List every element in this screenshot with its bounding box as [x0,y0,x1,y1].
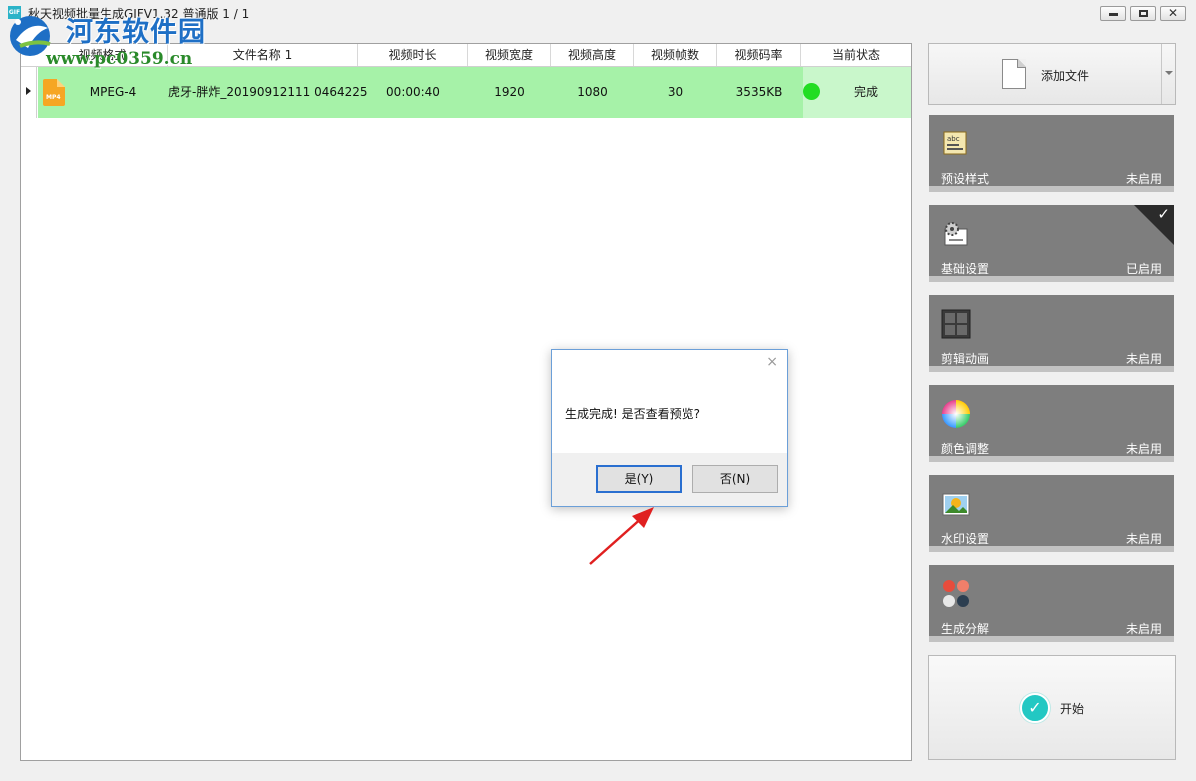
feature-label: 剪辑动画 [941,352,990,366]
preset-style-icon: abc [943,131,967,155]
column-header-frames[interactable]: 视频帧数 [634,44,717,66]
dialog-message: 生成完成! 是否查看预览? [565,407,700,421]
cell-frames: 30 [667,85,684,99]
start-button[interactable]: ✓ 开始 [928,655,1176,760]
feature-watermark-settings[interactable]: 水印设置 未启用 [929,475,1174,552]
clip-animation-icon [941,309,971,339]
column-header-status[interactable]: 当前状态 [801,44,911,66]
completion-dialog: × 生成完成! 是否查看预览? 是(Y) 否(N) [551,349,788,507]
color-adjust-icon [942,400,970,428]
watermark-url: www.pc0359.cn [46,49,193,69]
svg-text:abc: abc [947,135,960,143]
feature-label: 颜色调整 [941,442,990,456]
feature-state: 未启用 [1125,442,1162,456]
minimize-button[interactable] [1100,6,1126,21]
feature-preset-style[interactable]: abc 预设样式 未启用 [929,115,1174,192]
row-pointer-icon [26,87,31,95]
maximize-button[interactable] [1130,6,1156,21]
add-file-label: 添加文件 [1041,69,1090,83]
annotation-arrow-icon [589,507,654,565]
feature-label: 预设样式 [941,172,990,186]
generate-decompose-icon [943,580,969,607]
no-button[interactable]: 否(N) [692,465,778,493]
feature-state: 未启用 [1125,172,1162,186]
feature-basic-settings[interactable]: ✓ 基础设置 已启用 [929,205,1174,282]
feature-generate-decompose[interactable]: 生成分解 未启用 [929,565,1174,642]
watermark-name: 河东软件园 [66,17,206,48]
dialog-footer: 是(Y) 否(N) [552,453,787,506]
feature-label: 水印设置 [941,532,990,546]
feature-state: 未启用 [1125,532,1162,546]
column-header-bitrate[interactable]: 视频码率 [717,44,801,66]
feature-label: 生成分解 [941,622,990,636]
cell-filename: 虎牙-胖炸_20190912111 0464225 [168,85,368,99]
start-label: 开始 [1060,702,1085,716]
check-icon: ✓ [1157,205,1170,223]
mp4-file-icon: MP4 [43,79,65,106]
watermark-settings-icon [942,493,970,516]
column-header-duration[interactable]: 视频时长 [358,44,468,66]
feature-state: 未启用 [1125,352,1162,366]
dialog-close-button[interactable]: × [766,354,778,370]
status-text: 完成 [853,85,878,99]
column-header-height[interactable]: 视频高度 [551,44,634,66]
feature-label: 基础设置 [941,262,990,276]
chevron-down-icon [1165,71,1173,75]
yes-button[interactable]: 是(Y) [596,465,682,493]
status-dot-icon [803,83,820,100]
basic-settings-icon [944,222,968,246]
feature-color-adjust[interactable]: 颜色调整 未启用 [929,385,1174,462]
feature-state: 未启用 [1125,622,1162,636]
document-icon [1002,59,1026,89]
add-file-button[interactable]: 添加文件 [928,43,1176,105]
feature-state: 已启用 [1125,262,1162,276]
site-watermark: 河东软件园 www.pc0359.cn [6,4,216,69]
close-icon: ✕ [1168,6,1179,20]
add-file-main[interactable]: 添加文件 [929,44,1161,104]
cell-status: 完成 [803,67,911,118]
cell-format: MPEG-4 [89,85,137,99]
cell-height: 1080 [577,85,608,99]
row-selector[interactable] [21,67,37,118]
start-check-icon: ✓ [1020,693,1050,723]
cell-bitrate: 3535KB [735,85,783,99]
cell-duration: 00:00:40 [386,85,440,99]
feature-clip-animation[interactable]: 剪辑动画 未启用 [929,295,1174,372]
close-window-button[interactable]: ✕ [1160,6,1186,21]
table-row[interactable]: MP4 MPEG-4 虎牙-胖炸_20190912111 0464225 00:… [21,67,911,118]
cell-width: 1920 [494,85,525,99]
add-file-dropdown[interactable] [1161,44,1175,104]
minimize-icon [1109,13,1118,16]
column-header-width[interactable]: 视频宽度 [468,44,551,66]
maximize-icon [1139,10,1148,17]
